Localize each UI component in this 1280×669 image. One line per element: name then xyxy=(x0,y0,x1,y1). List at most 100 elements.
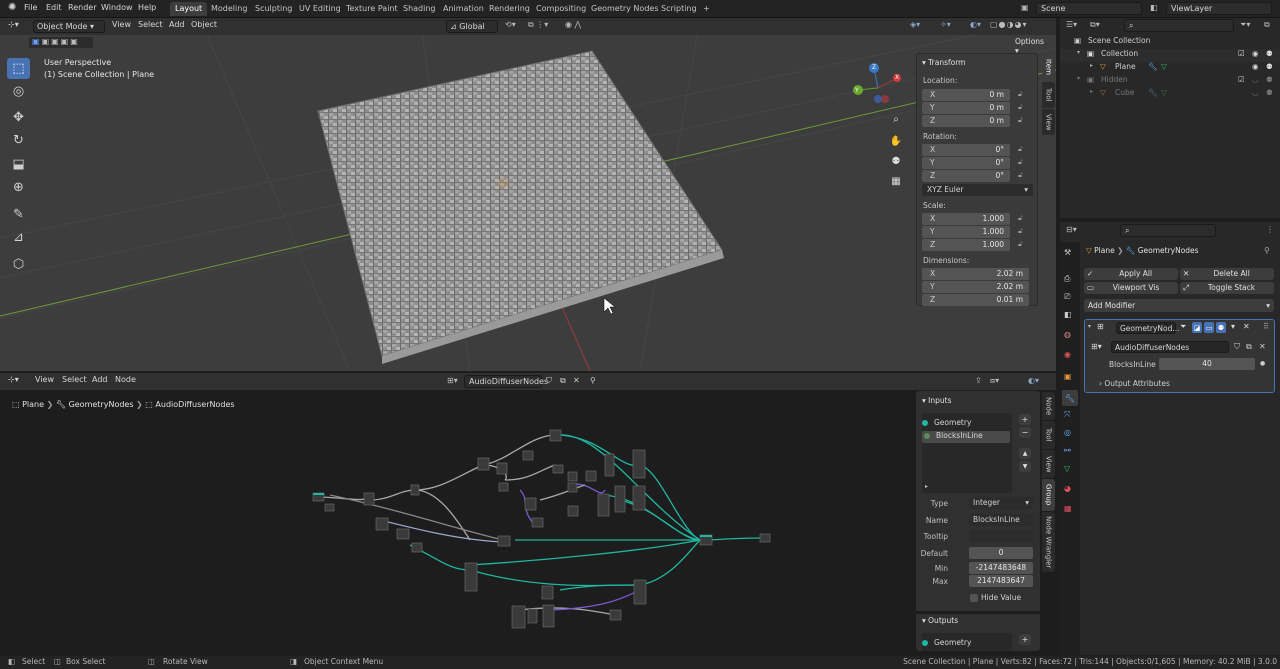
remove-input-icon[interactable]: − xyxy=(1019,427,1031,438)
ne-menu-node[interactable]: Node xyxy=(115,375,136,384)
min-field[interactable]: -2147483648 xyxy=(969,562,1033,574)
particles-icon[interactable]: ⤧ xyxy=(1064,410,1070,420)
viewport-vis-button[interactable]: ▭ Viewport Vis xyxy=(1084,282,1178,294)
node-editor-type-icon[interactable]: ⊹▾ xyxy=(8,375,19,384)
drag-handle-icon[interactable]: ⠿ xyxy=(1263,322,1269,331)
tool-add-cube[interactable]: ⬡ xyxy=(7,254,30,275)
proportional-edit-icon[interactable]: ◉ ⋀ xyxy=(565,20,581,29)
rotation-x-field[interactable]: X 0° xyxy=(922,144,1010,156)
max-field[interactable]: 2147483647 xyxy=(969,575,1033,587)
ne-menu-add[interactable]: Add xyxy=(92,375,108,384)
fake-user-shield-icon[interactable]: ⛉ xyxy=(546,376,552,386)
outliner-type-icon[interactable]: ☰▾ xyxy=(1066,20,1077,29)
scale-z-field[interactable]: Z 1.000 xyxy=(922,239,1010,251)
outliner-row-scene-collection[interactable]: ▣ Scene Collection xyxy=(1060,36,1280,49)
camera-view-icon[interactable]: ⚉ xyxy=(889,156,903,167)
dimensions-x-field[interactable]: X 2.02 m xyxy=(922,268,1029,280)
tab-view[interactable]: View xyxy=(1042,109,1055,135)
object-icon[interactable]: ▣ xyxy=(1064,372,1072,381)
location-z-field[interactable]: Z 0 m xyxy=(922,115,1010,127)
tab-scripting[interactable]: Scripting xyxy=(656,2,702,16)
tool-annotate[interactable]: ✎ xyxy=(7,204,30,225)
tab-rendering[interactable]: Rendering xyxy=(484,2,535,16)
duplicate-icon[interactable]: ⧉ xyxy=(560,376,566,386)
camera-icon[interactable]: ⚉ xyxy=(1266,75,1273,84)
tool-scale[interactable]: ⬓ xyxy=(7,154,30,175)
close-icon[interactable]: ✕ xyxy=(1259,342,1266,351)
output-item-geometry[interactable]: Geometry xyxy=(922,638,1010,650)
node-group-selector[interactable]: AudioDiffuserNodes xyxy=(464,375,548,388)
orientation-selector[interactable]: ⊿ Global xyxy=(446,20,498,33)
default-field[interactable]: 0 xyxy=(969,547,1033,559)
move-up-icon[interactable]: ▲ xyxy=(1019,448,1031,459)
tab-animation[interactable]: Animation xyxy=(438,2,489,16)
properties-search-input[interactable]: ⌕ xyxy=(1120,224,1216,237)
material-icon[interactable]: ◕ xyxy=(1064,484,1071,493)
tab-modeling[interactable]: Modeling xyxy=(206,2,252,16)
options-dropdown[interactable]: Options ▾ xyxy=(1011,36,1053,55)
view-layer-icon[interactable]: ◧ xyxy=(1064,310,1072,319)
pan-hand-icon[interactable]: ✋ xyxy=(889,136,903,147)
transform-panel-title[interactable]: ▾ Transform xyxy=(922,58,965,67)
realtime-monitor-icon[interactable]: ▭ xyxy=(1204,322,1214,333)
tool-select[interactable]: ⬚ xyxy=(7,58,30,79)
toggle-stack-button[interactable]: ⤢ Toggle Stack xyxy=(1180,282,1274,294)
edit-mode-icon[interactable]: ⏷ xyxy=(1180,322,1186,332)
modifier-node-group-selector[interactable]: AudioDiffuserNodes xyxy=(1111,341,1229,353)
input-item-geometry[interactable]: Geometry xyxy=(922,418,1010,430)
data-icon[interactable]: ▽ xyxy=(1064,464,1070,473)
world-icon[interactable]: ◉ xyxy=(1064,350,1071,359)
scene-selector[interactable]: Scene xyxy=(1036,2,1142,15)
filter-mode-icon[interactable]: ⧉▾ xyxy=(1090,20,1100,30)
dimensions-z-field[interactable]: Z 0.01 m xyxy=(922,294,1029,306)
scene-icon[interactable]: ◍ xyxy=(1064,330,1071,339)
shading-mode-icon[interactable]: ▢●◑◕▾ xyxy=(990,20,1028,29)
add-modifier-dropdown[interactable]: Add Modifier ▾ xyxy=(1084,299,1274,312)
breadcrumb-geometry-nodes[interactable]: GeometryNodes xyxy=(1138,246,1199,255)
outliner-row-hidden[interactable]: ▾ ▣ Hidden ☑ ◡ ⚉ xyxy=(1060,75,1280,88)
snap-icon[interactable]: ⧉ ⋮▾ xyxy=(528,20,548,30)
keyframe-dot-icon[interactable]: ● xyxy=(1260,360,1265,367)
eye-closed-icon[interactable]: ◡ xyxy=(1252,88,1259,97)
menu-render[interactable]: Render xyxy=(68,3,96,12)
add-input-icon[interactable]: + xyxy=(1019,414,1031,425)
close-icon[interactable]: ✕ xyxy=(1243,322,1250,331)
overlay-icon[interactable]: ◐▾ xyxy=(970,20,981,29)
physics-icon[interactable]: ◎ xyxy=(1064,428,1071,437)
tab-group[interactable]: Group xyxy=(1042,479,1055,511)
menu-file[interactable]: File xyxy=(24,3,37,12)
node-tree-icon[interactable]: ⊞▾ xyxy=(1091,342,1102,351)
vp-menu-object[interactable]: Object xyxy=(191,20,217,29)
tool-settings-icon[interactable]: ⚒ xyxy=(1064,248,1071,257)
expand-icon[interactable]: ▸ xyxy=(925,483,928,490)
tab-texture-paint[interactable]: Texture Paint xyxy=(341,2,403,16)
lock-icon[interactable]: 🔓︎ xyxy=(1018,145,1023,154)
chevron-down-icon[interactable]: ▾ xyxy=(1088,323,1091,330)
output-icon[interactable]: ⎚ xyxy=(1064,292,1070,302)
tool-measure[interactable]: ⊿ xyxy=(7,227,30,248)
lock-icon[interactable]: 🔓︎ xyxy=(1018,90,1023,99)
lock-icon[interactable]: 🔓︎ xyxy=(1018,158,1023,167)
tab-geometry-nodes[interactable]: Geometry Nodes xyxy=(586,2,663,16)
options-dots-icon[interactable]: ⋮ xyxy=(1266,225,1274,234)
ne-menu-select[interactable]: Select xyxy=(62,375,87,384)
eye-closed-icon[interactable]: ◡ xyxy=(1252,75,1259,84)
render-camera-icon[interactable]: ⚉ xyxy=(1216,322,1226,333)
modifier-name-input[interactable]: GeometryNod... xyxy=(1116,322,1180,334)
outputs-panel-title[interactable]: ▾ Outputs xyxy=(922,616,958,625)
tab-item[interactable]: Item xyxy=(1042,53,1055,81)
tool-transform[interactable]: ⊕ xyxy=(7,177,30,198)
lock-icon[interactable]: 🔓︎ xyxy=(1018,103,1023,112)
menu-help[interactable]: Help xyxy=(138,3,156,12)
delete-all-button[interactable]: ✕ Delete All xyxy=(1180,268,1274,280)
tab-shading[interactable]: Shading xyxy=(398,2,441,16)
menu-edit[interactable]: Edit xyxy=(46,3,62,12)
input-item-blocksinline[interactable]: BlocksInLine xyxy=(922,431,1010,443)
checkbox-checked-icon[interactable]: ☑ xyxy=(1238,49,1245,58)
tab-uv-editing[interactable]: UV Editing xyxy=(294,2,346,16)
add-output-icon[interactable]: + xyxy=(1019,634,1031,645)
tab-layout[interactable]: Layout xyxy=(170,2,208,16)
zoom-icon[interactable]: ⌕ xyxy=(889,114,903,125)
tab-ne-view[interactable]: View xyxy=(1042,450,1055,478)
new-collection-icon[interactable]: ⧉ xyxy=(1264,20,1270,30)
